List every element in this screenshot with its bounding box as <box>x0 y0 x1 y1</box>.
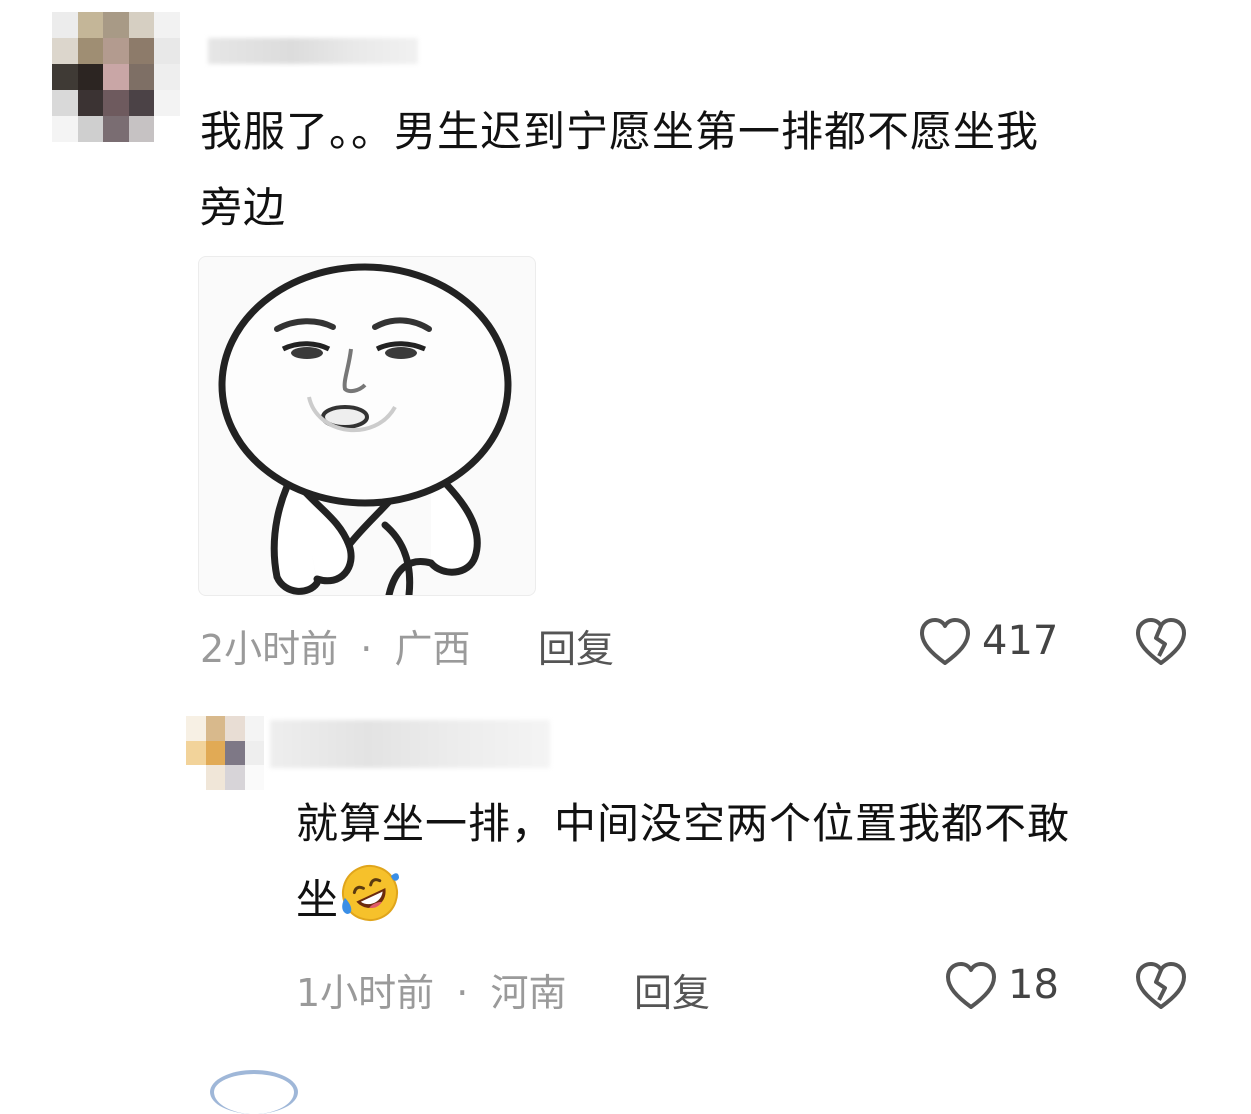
broken-heart-icon[interactable] <box>1134 616 1188 668</box>
comment-meta: 2小时前 · 广西 <box>200 618 470 673</box>
user-avatar[interactable] <box>52 12 180 142</box>
comment-time: 2小时前 <box>200 627 339 671</box>
reply-button[interactable]: 回复 <box>634 962 710 1017</box>
meta-separator: · <box>456 971 469 1015</box>
reply-button[interactable]: 回复 <box>538 618 614 673</box>
comment-time: 1小时前 <box>296 971 435 1015</box>
username-blurred[interactable] <box>270 720 550 768</box>
comment-location: 河南 <box>490 971 567 1015</box>
comment-meta: 1小时前 · 河南 <box>296 962 566 1017</box>
rolling-laughing-emoji <box>339 862 401 924</box>
meme-face-sticker[interactable] <box>198 256 536 596</box>
heart-outline-icon[interactable] <box>918 616 972 668</box>
like-count: 417 <box>982 618 1059 664</box>
comment-text: 就算坐一排，中间没空两个位置我都不敢 坐 <box>296 786 1206 938</box>
heart-outline-icon[interactable] <box>944 960 998 1012</box>
comment-location: 广西 <box>394 627 471 671</box>
meme-face-sticker-drawing <box>218 263 512 595</box>
user-avatar[interactable] <box>186 716 264 790</box>
next-avatar-partial <box>210 1070 298 1114</box>
broken-heart-icon[interactable] <box>1134 960 1188 1012</box>
username-blurred[interactable] <box>208 38 418 64</box>
like-count: 18 <box>1008 962 1059 1008</box>
meta-separator: · <box>360 627 373 671</box>
comment-text: 我服了。。男生迟到宁愿坐第一排都不愿坐我 旁边 <box>200 107 1040 232</box>
